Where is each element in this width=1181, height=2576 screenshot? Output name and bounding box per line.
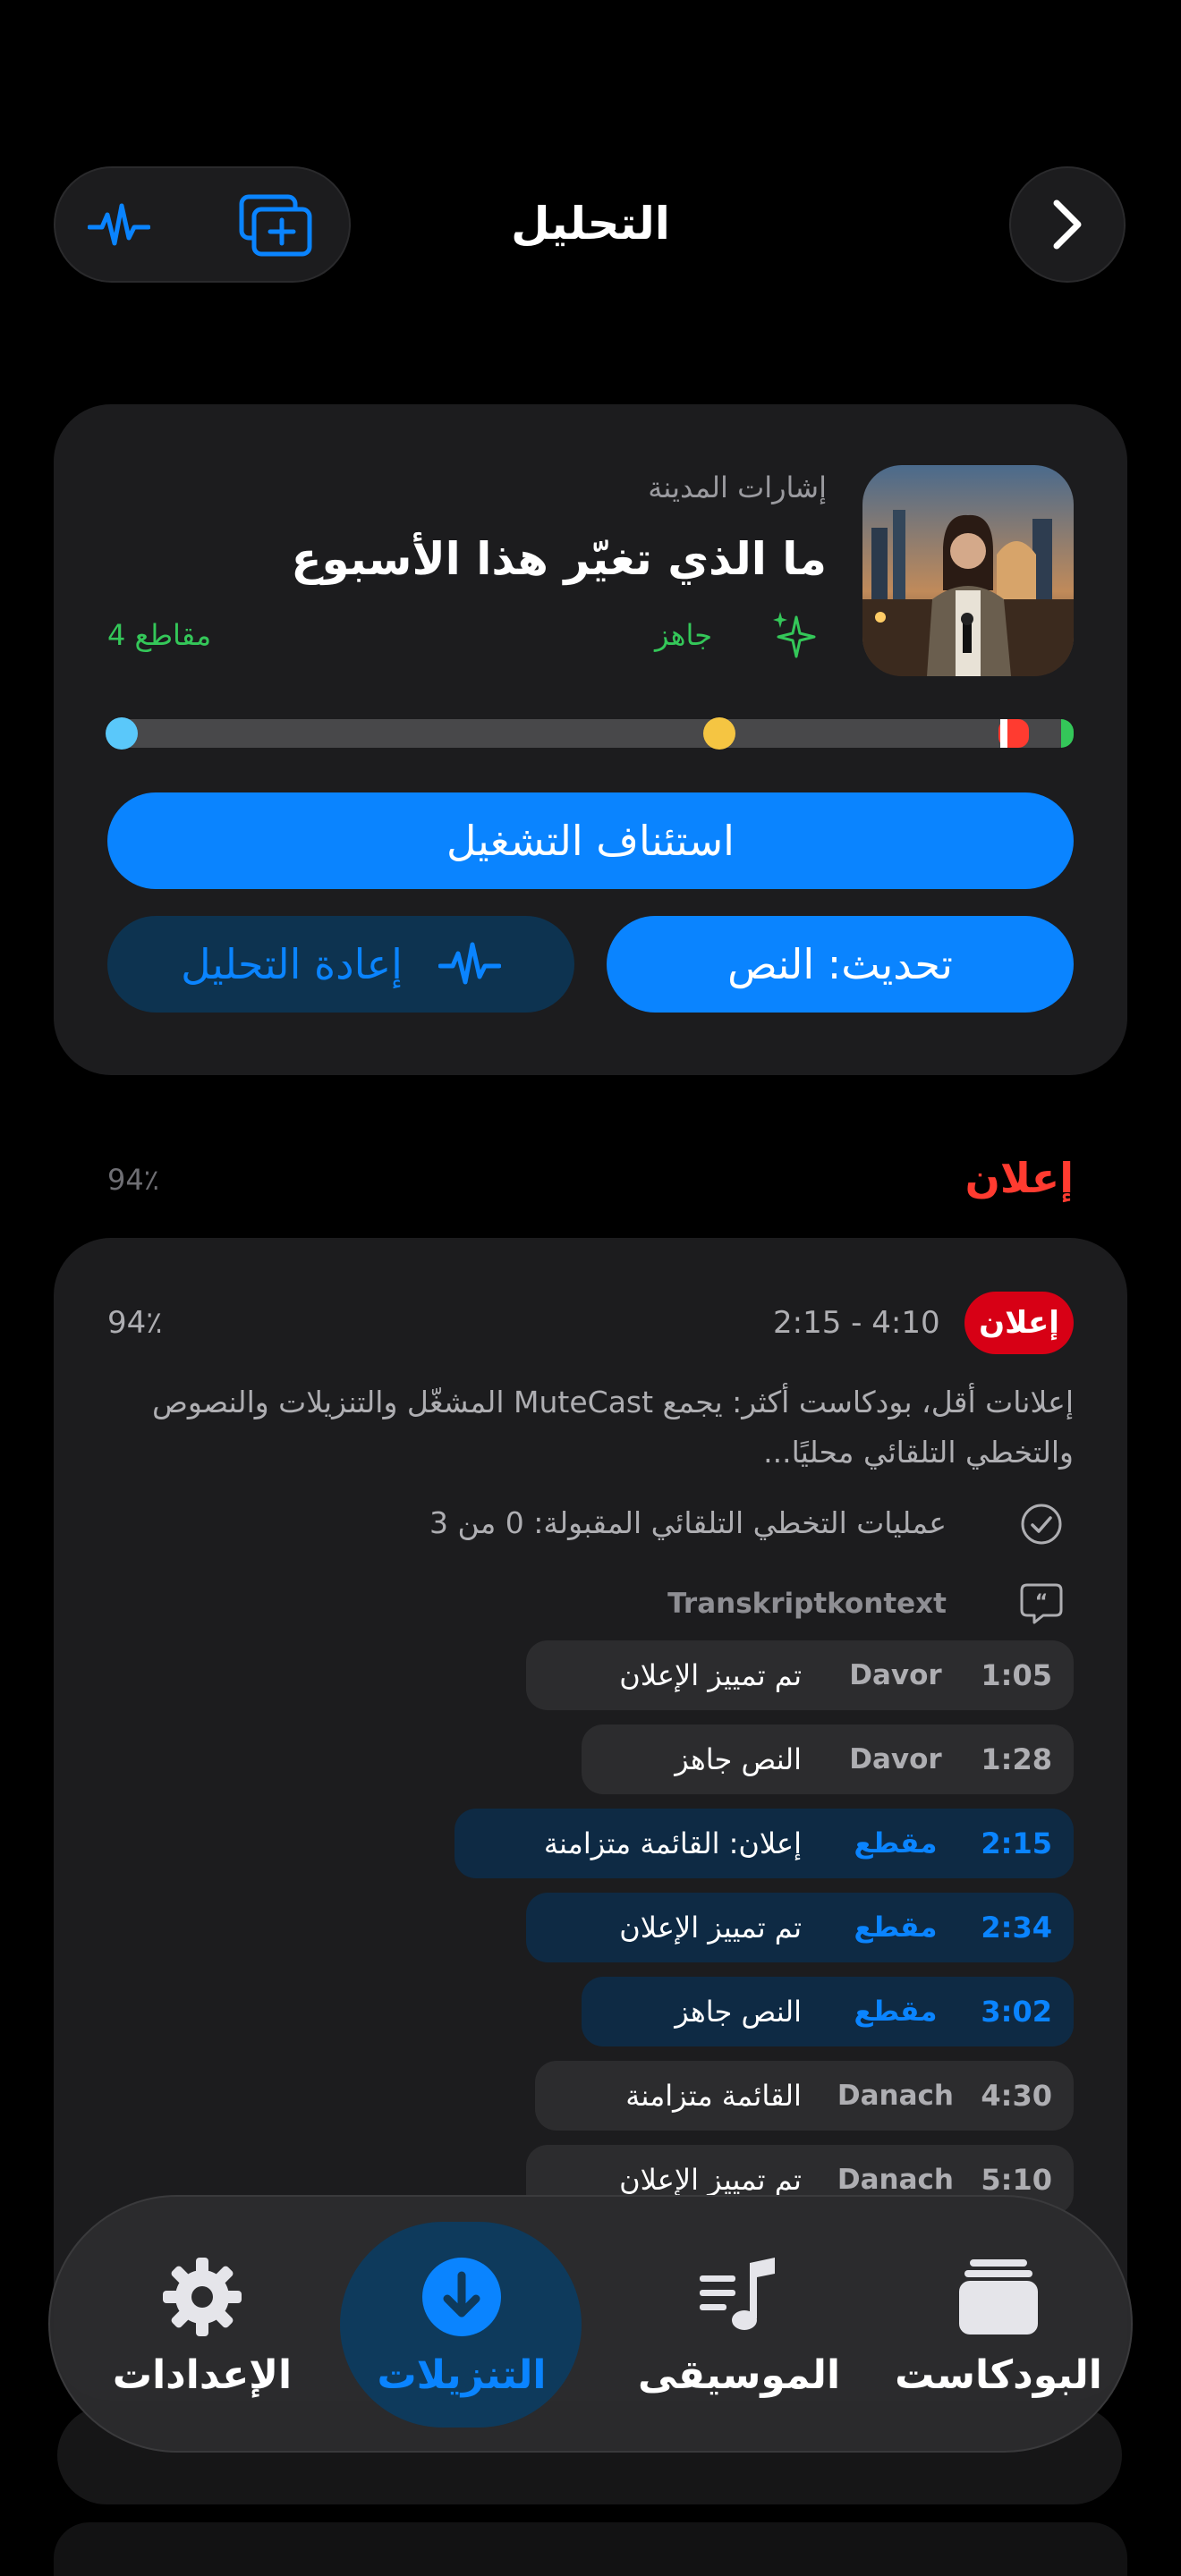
tab-podcasts[interactable]: البودكاست <box>882 2197 1115 2454</box>
checkmark-circle-icon <box>1021 1504 1062 1545</box>
transcript-context-label: Transkriptkontext <box>667 1588 947 1620</box>
transcript-text: تم تمييز الإعلان <box>619 2163 802 2197</box>
add-to-library-icon[interactable] <box>238 193 313 259</box>
waveform-icon[interactable] <box>88 195 150 258</box>
sparkles-icon <box>773 612 816 658</box>
reanalyze-label: إعادة التحليل <box>181 940 403 988</box>
transcript-speaker: مقطع <box>854 1827 938 1860</box>
stack-icon <box>959 2258 1038 2334</box>
transcript-speaker: Davor <box>849 1659 942 1691</box>
page-title: التحليل <box>511 198 670 250</box>
auto-skip-count: عمليات التخطي التلقائي المقبولة: 0 من 3 <box>429 1505 947 1540</box>
transcript-speaker: مقطع <box>854 1996 938 2028</box>
chevron-right-icon <box>1053 199 1082 250</box>
forward-button[interactable] <box>1009 166 1126 283</box>
tab-label: الموسيقى <box>637 2351 841 2398</box>
svg-text:“: “ <box>1035 1591 1048 1614</box>
tab-downloads[interactable]: التنزيلات <box>345 2197 578 2454</box>
transcript-row[interactable]: 2:34 مقطع تم تمييز الإعلان <box>526 1893 1074 1962</box>
transcript-speaker: Danach <box>837 2164 954 2196</box>
transcript-time: 1:05 <box>981 1658 1052 1692</box>
transcript-time: 1:28 <box>981 1742 1052 1776</box>
transcript-row[interactable]: 1:28 Davor النص جاهز <box>582 1724 1074 1794</box>
timeline-marker-start <box>106 717 138 750</box>
podcast-name: إشارات المدينة <box>648 470 827 504</box>
ad-description: إعلانات أقل، بودكاست أكثر: يجمع MuteCast… <box>152 1385 1074 1470</box>
header-actions-pill <box>54 166 351 283</box>
reanalyze-button[interactable]: إعادة التحليل <box>107 916 574 1013</box>
tab-label: البودكاست <box>895 2351 1102 2398</box>
transcript-time: 3:02 <box>981 1995 1052 2029</box>
transcript-row[interactable]: 4:30 Danach القائمة متزامنة <box>535 2061 1074 2131</box>
transcript-time: 4:30 <box>981 2079 1052 2113</box>
transcript-row[interactable]: 1:05 Davor تم تمييز الإعلان <box>526 1640 1074 1710</box>
transcript-text: النص جاهز <box>675 1995 802 2029</box>
tab-music[interactable]: الموسيقى <box>623 2197 855 2454</box>
transcript-text: تم تمييز الإعلان <box>619 1658 802 1692</box>
episode-timeline[interactable] <box>106 717 1074 750</box>
section-confidence: 94٪ <box>107 1163 159 1197</box>
quote-bubble-icon: “ <box>1020 1583 1063 1624</box>
transcript-speaker: مقطع <box>854 1911 938 1944</box>
transcript-text: تم تمييز الإعلان <box>619 1911 802 1945</box>
timeline-playhead <box>1000 719 1007 748</box>
transcript-text: القائمة متزامنة <box>625 2079 802 2113</box>
ad-confidence: 94٪ <box>107 1305 163 1341</box>
section-title: إعلان <box>964 1154 1074 1202</box>
episode-title: ما الذي تغيّر هذا الأسبوع <box>291 533 827 585</box>
transcript-speaker: Danach <box>837 2080 954 2112</box>
transcript-text: النص جاهز <box>675 1742 802 1776</box>
segments-count: 4 مقاطع <box>107 618 212 652</box>
download-icon <box>422 2257 501 2336</box>
status-badge: جاهز <box>655 618 713 652</box>
transcript-time: 5:10 <box>981 2163 1052 2197</box>
transcript-row[interactable]: 3:02 مقطع النص جاهز <box>582 1977 1074 2046</box>
transcript-time: 2:15 <box>981 1826 1052 1860</box>
music-list-icon <box>700 2257 775 2330</box>
transcript-text: إعلان: القائمة متزامنة <box>543 1826 802 1860</box>
transcript-speaker: Davor <box>849 1743 942 1775</box>
waveform-icon <box>438 942 501 985</box>
tab-bar: البودكاست الموسيقى التنزيلات الإعدادات <box>48 2195 1133 2453</box>
resume-playback-button[interactable]: استئناف التشغيل <box>107 792 1074 889</box>
gear-icon <box>163 2257 242 2336</box>
ad-badge: إعلان <box>964 1292 1074 1354</box>
update-transcript-button[interactable]: تحديث: النص <box>607 916 1074 1013</box>
next-card-background <box>54 2522 1127 2576</box>
transcript-time: 2:34 <box>981 1911 1052 1945</box>
episode-artwork <box>862 465 1074 676</box>
ad-time-range: 2:15 - 4:10 <box>773 1305 940 1341</box>
tab-settings[interactable]: الإعدادات <box>86 2197 319 2454</box>
timeline-marker-mid <box>703 717 735 750</box>
transcript-row[interactable]: 2:15 مقطع إعلان: القائمة متزامنة <box>455 1809 1074 1878</box>
tab-label: الإعدادات <box>112 2351 293 2398</box>
tab-label: التنزيلات <box>377 2351 547 2398</box>
